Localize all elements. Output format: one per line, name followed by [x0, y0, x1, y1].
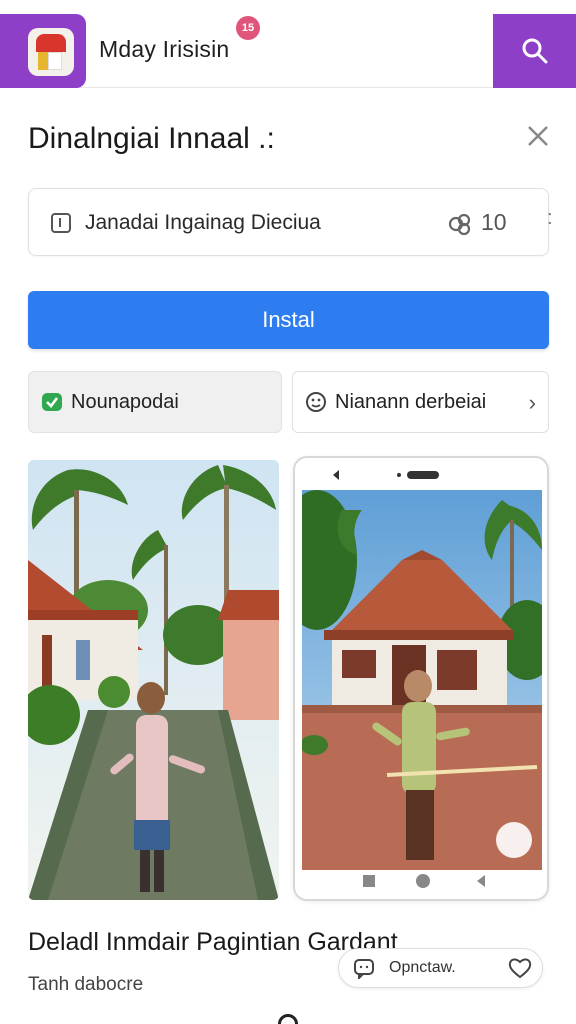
app-title: Mday Irisisin: [99, 36, 230, 62]
phone-status-bar: [295, 466, 547, 484]
install-button[interactable]: Instal: [28, 291, 549, 349]
details-chip-label: Nianann derbeiai: [335, 390, 487, 413]
comment-pill-label: Opnctaw.: [389, 959, 456, 976]
info-icon: [51, 213, 71, 233]
check-badge-icon: [41, 391, 63, 413]
village-photo-2: [302, 490, 542, 870]
details-chip[interactable]: Nianann derbeiai ›: [292, 371, 549, 433]
app-logo-icon: [28, 28, 74, 76]
emoji-icon: [305, 391, 327, 413]
comment-icon: [353, 957, 375, 979]
village-photo-1: [28, 460, 279, 900]
section-title: Deladl Inmdair Pagintian Gardant: [28, 928, 398, 956]
more-options-icon[interactable]: :: [547, 207, 553, 230]
phone-screen: [302, 490, 542, 870]
scroll-indicator: [278, 1014, 298, 1024]
section-subtitle: Tanh dabocre: [28, 974, 144, 995]
app-info-card[interactable]: Janadai Ingainag Dieciua 10 :: [28, 188, 553, 256]
rating-value: 10: [481, 209, 507, 235]
app-logo[interactable]: [0, 14, 86, 88]
screenshot-2-phone-frame[interactable]: [293, 456, 549, 901]
search-button[interactable]: [493, 14, 576, 88]
verified-chip-label: Nounapodai: [71, 390, 179, 413]
verified-chip[interactable]: Nounapodai: [28, 371, 282, 433]
comment-pill[interactable]: Opnctaw.: [338, 948, 543, 988]
notification-badge[interactable]: 15: [236, 16, 260, 40]
phone-nav-bar: [295, 867, 547, 895]
top-bar: Mday Irisisin 15: [0, 0, 576, 88]
heart-icon[interactable]: [508, 957, 532, 979]
close-icon: [528, 126, 548, 146]
chevron-right-icon: ›: [528, 390, 536, 415]
search-icon: [522, 38, 547, 64]
screenshot-1[interactable]: [28, 460, 279, 900]
close-button[interactable]: [522, 120, 554, 152]
page-title: Dinalngiai Innaal .:: [28, 122, 275, 155]
app-info-text: Janadai Ingainag Dieciua: [85, 211, 321, 234]
rating-icon: [448, 213, 471, 236]
